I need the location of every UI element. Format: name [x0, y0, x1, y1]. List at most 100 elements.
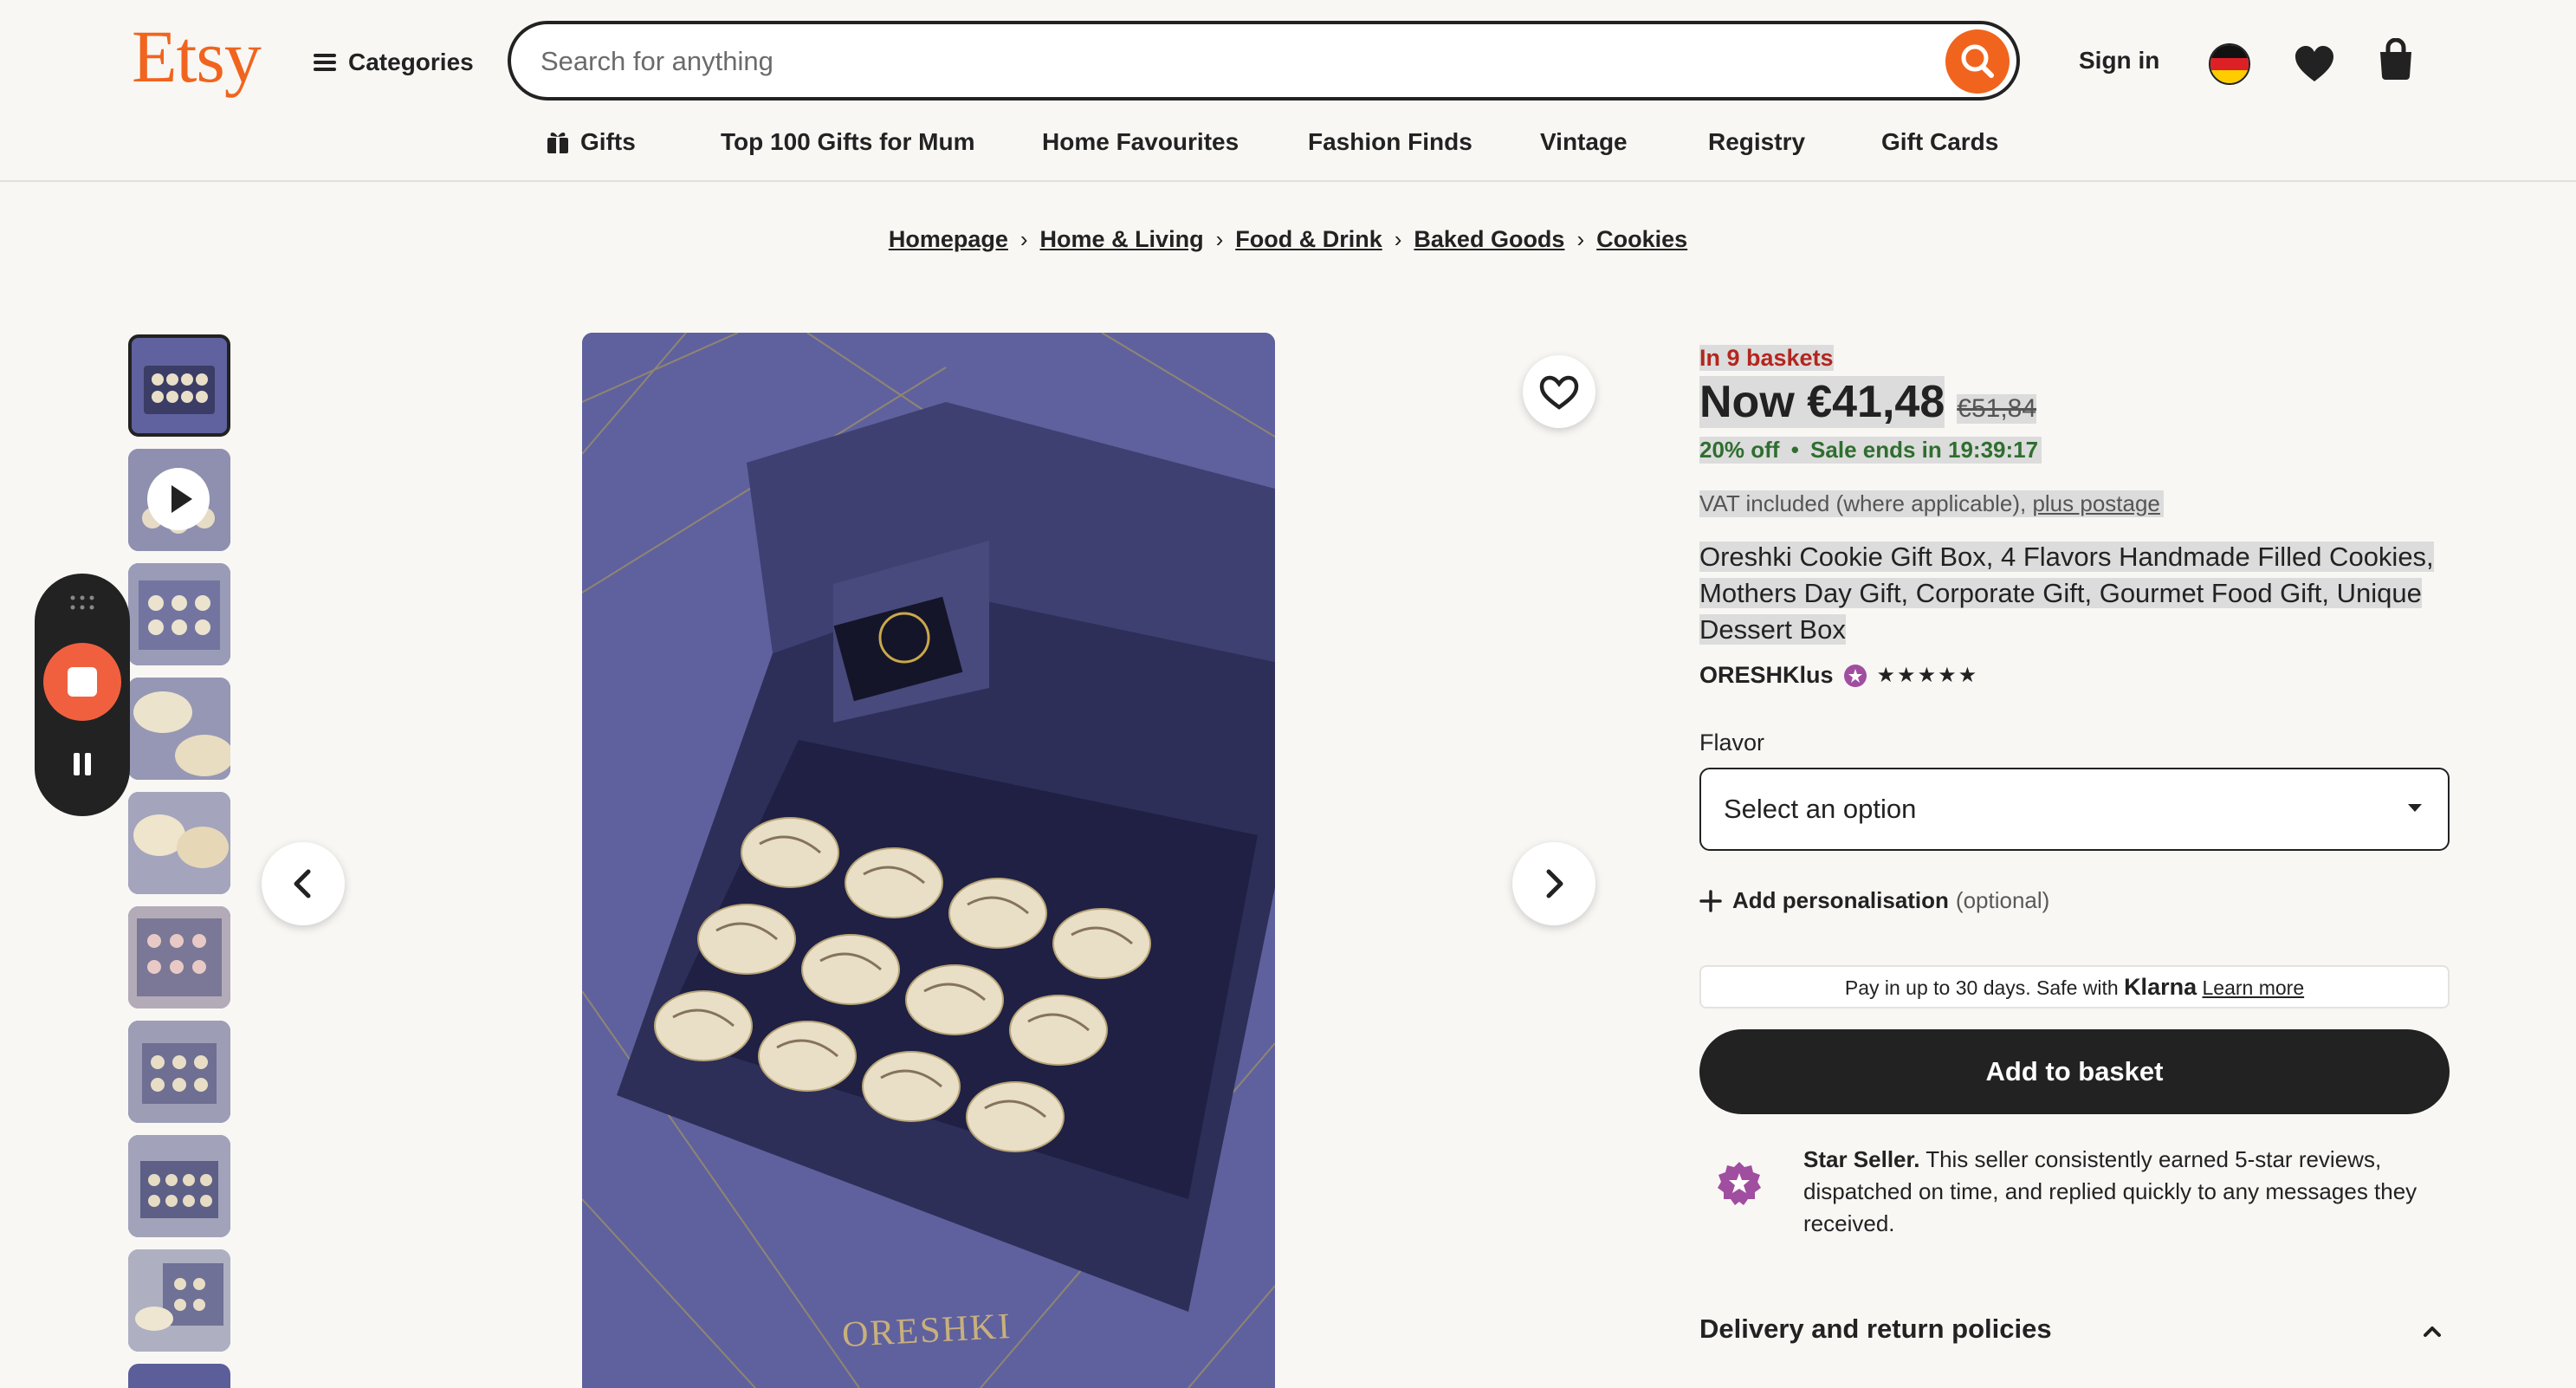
klarna-text: Pay in up to 30 days. Safe with	[1844, 976, 2119, 999]
product-title: Oreshki Cookie Gift Box, 4 Flavors Handm…	[1699, 542, 2434, 645]
current-price: Now €41,48	[1699, 376, 1945, 428]
nav-item-home-favourites[interactable]: Home Favourites	[1042, 121, 1239, 163]
breadcrumb-home-living[interactable]: Home & Living	[1040, 226, 1204, 252]
next-image-button[interactable]	[1512, 842, 1595, 925]
star-seller-badge-icon	[1843, 664, 1867, 687]
klarna-logo: Klarna	[2124, 974, 2197, 1000]
plus-icon	[1699, 889, 1722, 912]
gift-icon	[547, 133, 568, 153]
flavor-select[interactable]: Select an option	[1699, 768, 2450, 851]
chevron-right-icon: ›	[1394, 226, 1402, 252]
cookie-closeup-image	[128, 678, 230, 780]
chevron-right-icon: ›	[1019, 226, 1028, 252]
thumbnail-video[interactable]	[128, 449, 230, 551]
thumbnail-3[interactable]	[128, 563, 230, 665]
etsy-logo[interactable]: Etsy	[132, 19, 262, 94]
category-nav: Gifts Top 100 Gifts for Mum Home Favouri…	[0, 121, 2576, 163]
previous-image-button[interactable]	[262, 842, 345, 925]
search-icon	[1961, 44, 1994, 78]
delivery-policies-heading: Delivery and return policies	[1699, 1313, 2052, 1344]
search-button[interactable]	[1945, 29, 2010, 94]
flavor-select-value: Select an option	[1724, 794, 1917, 824]
search-input[interactable]	[539, 38, 1911, 85]
cookie-box-image	[128, 1135, 230, 1237]
screen-recorder-widget	[35, 574, 130, 816]
thumbnail-7[interactable]	[128, 1021, 230, 1123]
add-to-basket-button[interactable]: Add to basket	[1699, 1029, 2450, 1114]
categories-label: Categories	[348, 49, 474, 75]
favorites-heart-icon[interactable]	[2294, 45, 2335, 83]
thumbnail-1[interactable]	[128, 334, 230, 437]
categories-button[interactable]: Categories	[314, 45, 474, 80]
breadcrumb-homepage[interactable]: Homepage	[889, 226, 1008, 252]
search-bar	[508, 21, 2020, 101]
basket-count: In 9 baskets	[1699, 345, 1834, 371]
shop-name-link[interactable]: ORESHKlus	[1699, 662, 1834, 689]
sale-info: 20% off • Sale ends in 19:39:17	[1699, 437, 2042, 464]
cookie-box-image	[128, 906, 230, 1009]
thumbnail-6[interactable]	[128, 906, 230, 1009]
discount-label: 20% off	[1699, 437, 1780, 463]
optional-label: (optional)	[1955, 887, 2050, 913]
breadcrumb: Homepage › Home & Living › Food & Drink › Bake…	[0, 222, 2576, 256]
chevron-right-icon: ›	[1576, 226, 1585, 252]
star-seller-info: Star Seller. This seller consistently ea…	[1803, 1144, 2462, 1240]
flavor-label: Flavor	[1699, 730, 1765, 756]
price-row: Now €41,48 €51,84	[1699, 376, 2037, 428]
postage-link[interactable]: plus postage	[2032, 490, 2159, 516]
nav-item-fashion-finds[interactable]: Fashion Finds	[1308, 121, 1472, 163]
delivery-policies-toggle[interactable]: Delivery and return policies	[1699, 1313, 2450, 1352]
dot-separator: •	[1790, 437, 1799, 463]
original-price: €51,84	[1957, 394, 2037, 424]
cookie-box-image	[128, 563, 230, 665]
vat-info: VAT included (where applicable), plus po…	[1699, 490, 2164, 517]
cookie-box-image	[132, 338, 227, 433]
sale-countdown: Sale ends in 19:39:17	[1810, 437, 2039, 463]
nav-item-gifts[interactable]: Gifts	[546, 121, 636, 163]
play-icon	[147, 468, 210, 530]
chevron-right-icon: ›	[1215, 226, 1224, 252]
cookie-box-photo	[582, 333, 1275, 1388]
nav-item-gift-cards[interactable]: Gift Cards	[1881, 121, 1998, 163]
breadcrumb-cookies[interactable]: Cookies	[1596, 226, 1687, 252]
stop-icon	[68, 667, 97, 697]
star-seller-title: Star Seller.	[1803, 1146, 1920, 1172]
vat-text: VAT included (where applicable),	[1699, 490, 2027, 516]
nav-item-registry[interactable]: Registry	[1708, 121, 1805, 163]
caret-down-icon	[2408, 804, 2422, 812]
nav-item-top-100[interactable]: Top 100 Gifts for Mum	[721, 121, 975, 163]
heart-outline-icon	[1539, 375, 1579, 410]
thumbnail-9[interactable]	[128, 1249, 230, 1352]
add-personalisation-button[interactable]: Add personalisation (optional)	[1699, 887, 2049, 914]
breadcrumb-food-drink[interactable]: Food & Drink	[1235, 226, 1382, 252]
breadcrumb-baked-goods[interactable]: Baked Goods	[1414, 226, 1564, 252]
menu-icon	[314, 54, 336, 71]
nav-item-vintage[interactable]: Vintage	[1540, 121, 1628, 163]
chevron-right-icon	[1546, 869, 1563, 898]
cookie-closeup-image	[128, 792, 230, 894]
thumbnail-4[interactable]	[128, 678, 230, 780]
klarna-banner: Pay in up to 30 days. Safe with Klarna L…	[1699, 965, 2450, 1009]
thumbnail-5[interactable]	[128, 792, 230, 894]
drag-handle-icon[interactable]	[69, 594, 95, 612]
basket-icon[interactable]	[2377, 38, 2415, 81]
chevron-up-icon	[2424, 1326, 2441, 1337]
personalisation-label: Add personalisation	[1732, 887, 1949, 913]
shop-info: ORESHKlus ★★★★★	[1699, 662, 1978, 689]
image-brand-text: ORESHKI	[840, 1306, 1013, 1356]
klarna-learn-more-link[interactable]: Learn more	[2203, 976, 2305, 999]
site-header: Etsy Categories Sign in Gif	[0, 0, 2576, 182]
nav-label: Gifts	[580, 128, 636, 155]
cookie-box-image	[128, 1021, 230, 1123]
cookie-box-image	[128, 1249, 230, 1352]
thumbnail-8[interactable]	[128, 1135, 230, 1237]
stop-recording-button[interactable]	[43, 643, 121, 721]
rating-stars[interactable]: ★★★★★	[1877, 663, 1979, 688]
main-product-image: ORESHKI	[582, 333, 1275, 1388]
thumbnail-10[interactable]	[128, 1364, 230, 1388]
favorite-button[interactable]	[1523, 355, 1595, 428]
pause-button[interactable]	[70, 751, 94, 777]
star-seller-icon	[1715, 1159, 1764, 1208]
sign-in-link[interactable]: Sign in	[2079, 47, 2159, 75]
flag-de-icon[interactable]	[2209, 43, 2250, 85]
